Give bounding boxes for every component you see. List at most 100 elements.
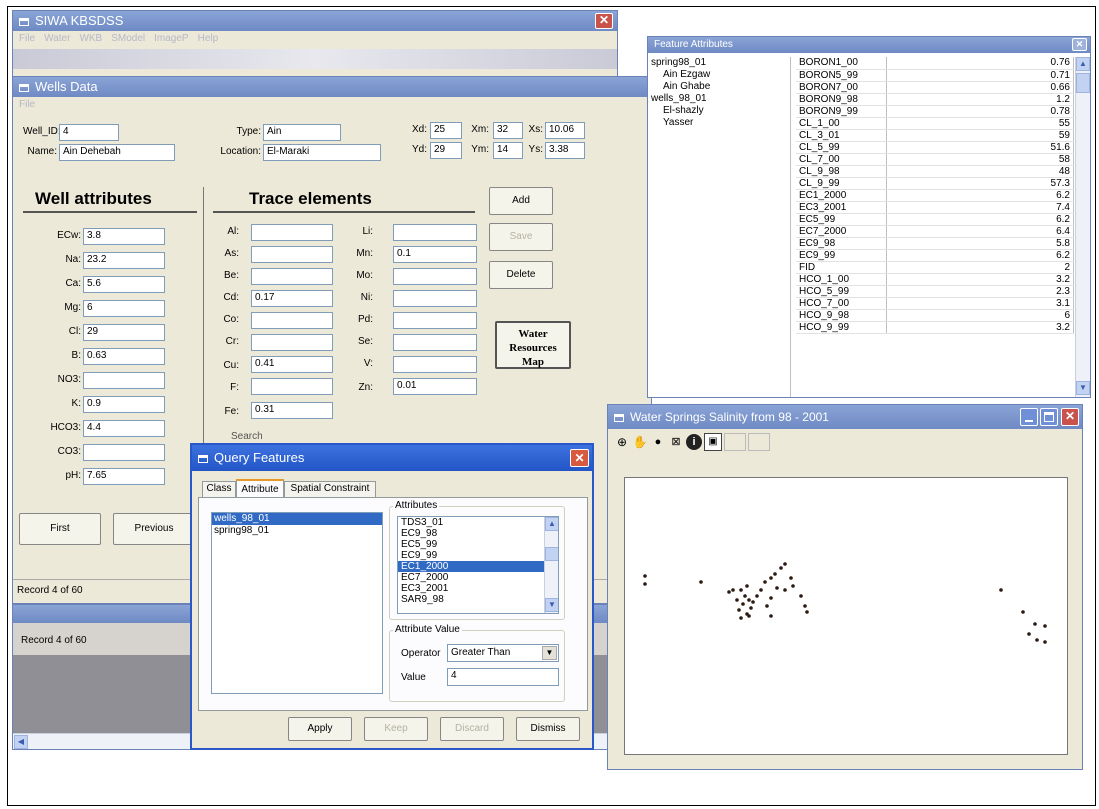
tab-class[interactable]: Class [202,481,236,497]
menu-smodel[interactable]: SModel [111,33,145,44]
trace-cr-field[interactable] [251,334,333,351]
attribute-row[interactable]: EC3_2001 7.4 [796,201,1074,214]
scroll-up-arrow[interactable]: ▲ [1076,57,1090,71]
feature-vscroll[interactable]: ▲ ▼ [1075,57,1090,397]
spring-point[interactable] [799,594,803,598]
query-title-bar[interactable]: Query Features [192,445,592,471]
keep-button[interactable]: Keep [364,717,428,741]
trace-ni-field[interactable] [393,290,477,307]
spring-point[interactable] [1043,624,1047,628]
class-item-wells[interactable]: wells_98_01 [212,513,382,525]
ys-field[interactable]: 3.38 [545,142,585,159]
attribute-row[interactable]: CL_1_00 55 [796,117,1074,130]
scroll-down-arrow[interactable]: ▼ [545,598,558,612]
menu-water[interactable]: Water [44,33,70,44]
spring-point[interactable] [769,576,773,580]
spring-point[interactable] [783,562,787,566]
attribute-row[interactable]: EC9_99 6.2 [796,249,1074,262]
spring-point[interactable] [805,610,809,614]
query-close-button[interactable]: ✕ [570,449,589,467]
trace-f-field[interactable] [251,378,333,395]
attribute-row[interactable]: CL_9_98 48 [796,165,1074,178]
trace-v-field[interactable] [393,356,477,373]
spring-point[interactable] [747,598,751,602]
trace-pd-field[interactable] [393,312,477,329]
scroll-thumb[interactable] [1076,73,1090,93]
attributes-list[interactable]: TDS3_01 EC9_98 EC5_99 EC9_99 EC1_2000 EC… [397,516,559,614]
attr-hco3-field[interactable]: 4.4 [83,420,165,437]
tab-attribute[interactable]: Attribute [236,479,284,498]
spring-point[interactable] [749,606,753,610]
main-title-bar[interactable]: SIWA KBSDSS [13,11,617,31]
trace-se-field[interactable] [393,334,477,351]
ym-field[interactable]: 14 [493,142,523,159]
attribute-row[interactable]: FID 2 [796,261,1074,274]
info-icon[interactable]: i [686,434,702,450]
maximize-button[interactable] [1040,408,1058,426]
attribute-row[interactable]: HCO_1_00 3.2 [796,273,1074,286]
attr-item[interactable]: EC5_99 [398,539,558,550]
apply-button[interactable]: Apply [288,717,352,741]
attribute-row[interactable]: CL_5_99 51.6 [796,141,1074,154]
spring-point[interactable] [741,602,745,606]
spring-point[interactable] [769,596,773,600]
minimize-button[interactable] [1020,408,1038,426]
map-canvas[interactable] [624,477,1068,755]
attr-cl-field[interactable]: 29 [83,324,165,341]
spring-point[interactable] [735,598,739,602]
trace-cd-field[interactable]: 0.17 [251,290,333,307]
trace-mn-field[interactable]: 0.1 [393,246,477,263]
attribute-row[interactable]: HCO_9_98 6 [796,309,1074,322]
tree-node-ain-ghabe[interactable]: Ain Ghabe [651,81,790,93]
tree-node-el-shazly[interactable]: El-shazly [651,105,790,117]
attribute-row[interactable]: BORON1_00 0.76 [796,57,1074,70]
spring-point[interactable] [751,600,755,604]
water-resources-map-button[interactable]: Water Resources Map [495,321,571,369]
first-button[interactable]: First [19,513,101,545]
wells-title-bar[interactable]: Wells Data [13,77,651,97]
dismiss-button[interactable]: Dismiss [516,717,580,741]
toolbar-blank-slot-2[interactable] [748,433,770,451]
attribute-row[interactable]: HCO_5_99 2.3 [796,285,1074,298]
attr-b-field[interactable]: 0.63 [83,348,165,365]
attr-item[interactable]: TDS3_01 [398,517,558,528]
xs-field[interactable]: 10.06 [545,122,585,139]
scroll-up-arrow[interactable]: ▲ [545,517,558,531]
attribute-row[interactable]: CL_3_01 59 [796,129,1074,142]
attr-no3-field[interactable] [83,372,165,389]
spring-point[interactable] [1021,610,1025,614]
spring-point[interactable] [731,588,735,592]
spring-point[interactable] [1043,640,1047,644]
attributes-vscroll[interactable]: ▲ ▼ [544,517,558,613]
operator-select[interactable]: Greater Than ▼ [447,644,559,662]
attr-mg-field[interactable]: 6 [83,300,165,317]
attr-item[interactable]: EC9_99 [398,550,558,561]
previous-button[interactable]: Previous [113,513,195,545]
attr-ph-field[interactable]: 7.65 [83,468,165,485]
zoom-in-icon[interactable]: ⊕ [614,434,630,450]
measure-icon[interactable]: ⊠ [668,434,684,450]
toolbar-blank-slot[interactable] [724,433,746,451]
spring-point[interactable] [755,594,759,598]
spring-point[interactable] [763,580,767,584]
spring-point[interactable] [789,576,793,580]
name-field[interactable]: Ain Dehebah [59,144,175,161]
spring-point[interactable] [999,588,1003,592]
attr-ecw-field[interactable]: 3.8 [83,228,165,245]
scroll-left-arrow[interactable]: ◀ [14,735,28,749]
spring-point[interactable] [643,582,647,586]
attribute-row[interactable]: CL_9_99 57.3 [796,177,1074,190]
tree-node-spring98[interactable]: spring98_01 [651,57,790,69]
spring-point[interactable] [775,586,779,590]
chevron-down-icon[interactable]: ▼ [542,646,557,660]
trace-zn-field[interactable]: 0.01 [393,378,477,395]
tree-node-ain-ezgaw[interactable]: Ain Ezgaw [651,69,790,81]
add-button[interactable]: Add [489,187,553,215]
select-icon[interactable]: ▣ [704,433,722,451]
trace-co-field[interactable] [251,312,333,329]
scroll-thumb[interactable] [545,547,558,561]
trace-li-field[interactable] [393,224,477,241]
spring-point[interactable] [727,590,731,594]
xm-field[interactable]: 32 [493,122,523,139]
spring-point[interactable] [1027,632,1031,636]
